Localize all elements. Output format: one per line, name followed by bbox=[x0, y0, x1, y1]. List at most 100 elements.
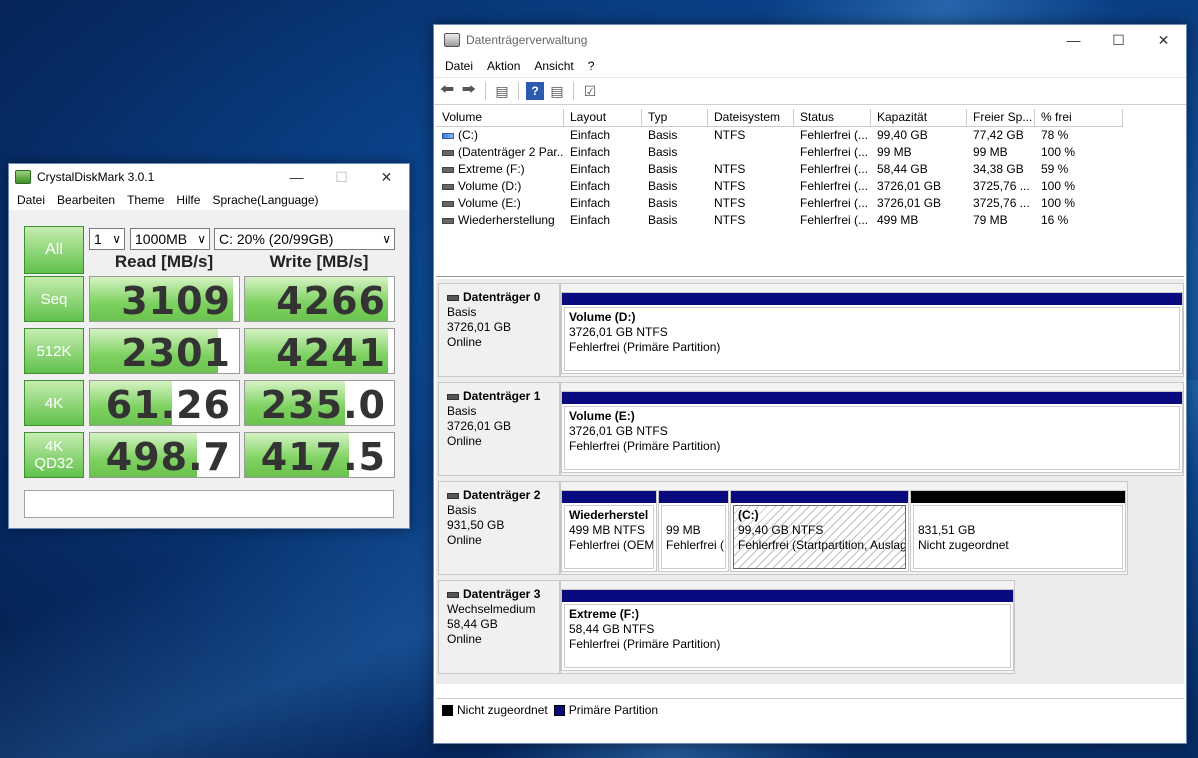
column-status[interactable]: Status bbox=[794, 109, 871, 127]
column-kapazitaet[interactable]: Kapazität bbox=[871, 109, 967, 127]
disk-type: Wechselmedium bbox=[447, 602, 536, 616]
column-dateisystem[interactable]: Dateisystem bbox=[708, 109, 794, 127]
table-row[interactable]: Volume (D:) Einfach Basis NTFS Fehlerfrei (.… bbox=[436, 178, 1184, 195]
partition-bar bbox=[562, 293, 1182, 305]
partition[interactable]: Volume (D:) 3726,01 GB NTFS Fehlerfrei (… bbox=[561, 292, 1183, 374]
menu-datei[interactable]: Datei bbox=[11, 193, 51, 207]
512k-test-button[interactable]: 512K bbox=[24, 328, 84, 374]
volume-list-header: Volume Layout Typ Dateisystem Status Kap… bbox=[436, 109, 1184, 127]
minimize-button[interactable]: — bbox=[274, 164, 319, 190]
column-prozent-frei[interactable]: % frei bbox=[1035, 109, 1123, 127]
console-tree-icon[interactable]: ▤ bbox=[493, 82, 511, 100]
drive-value: C: 20% (20/99GB) bbox=[219, 231, 334, 247]
disk-size: 58,44 GB bbox=[447, 617, 498, 631]
volume-label: Volume (E:) bbox=[458, 196, 521, 210]
volume-status: Fehlerfrei (... bbox=[800, 179, 869, 193]
disk-icon bbox=[447, 492, 459, 499]
legend-primary: Primäre Partition bbox=[553, 703, 658, 717]
volume-filesystem: NTFS bbox=[714, 213, 746, 227]
volume-free: 3725,76 ... bbox=[973, 179, 1030, 193]
comment-field[interactable] bbox=[24, 490, 394, 518]
partition-size: 831,51 GB bbox=[918, 523, 976, 537]
column-freier-speicher[interactable]: Freier Sp... bbox=[967, 109, 1035, 127]
partition-details: Wiederherstel 499 MB NTFS Fehlerfrei (OE… bbox=[564, 505, 654, 569]
column-volume[interactable]: Volume bbox=[436, 109, 564, 127]
menu-aktion[interactable]: Aktion bbox=[480, 59, 527, 73]
maximize-button[interactable]: ☐ bbox=[1096, 27, 1141, 53]
properties-icon[interactable]: ▤ bbox=[548, 82, 566, 100]
maximize-button[interactable]: ☐ bbox=[319, 164, 364, 190]
partition-details: 831,51 GB Nicht zugeordnet bbox=[913, 505, 1123, 569]
forward-arrow-icon[interactable]: 🠲 bbox=[460, 81, 478, 100]
partition-status: Nicht zugeordnet bbox=[918, 538, 1009, 552]
partition-area: Volume (E:) 3726,01 GB NTFS Fehlerfrei (… bbox=[560, 382, 1184, 476]
volume-free: 34,38 GB bbox=[973, 162, 1024, 176]
4k-write-value: 235.0 bbox=[260, 383, 386, 426]
drive-select[interactable]: C: 20% (20/99GB) ∨ bbox=[214, 228, 395, 250]
disk-info[interactable]: Datenträger 3 Wechselmedium 58,44 GB Onl… bbox=[438, 580, 560, 674]
close-button[interactable]: ✕ bbox=[1141, 27, 1186, 53]
minimize-button[interactable]: — bbox=[1051, 27, 1096, 53]
volume-name: Extreme (F:) bbox=[436, 161, 564, 178]
unallocated-space[interactable]: 831,51 GB Nicht zugeordnet bbox=[910, 490, 1126, 572]
close-button[interactable]: ✕ bbox=[364, 164, 409, 190]
partition[interactable]: 99 MB Fehlerfrei ( bbox=[658, 490, 729, 572]
partition-bar bbox=[562, 590, 1013, 602]
menu-datei[interactable]: Datei bbox=[438, 59, 480, 73]
4k-test-button[interactable]: 4K bbox=[24, 380, 84, 426]
menu-help[interactable]: ? bbox=[581, 59, 602, 73]
512k-read-value: 2301 bbox=[121, 331, 231, 374]
table-row[interactable]: (Datenträger 2 Par... Einfach Basis Fehlerf… bbox=[436, 144, 1184, 161]
volume-layout: Einfach bbox=[570, 179, 611, 193]
partition[interactable]: Volume (E:) 3726,01 GB NTFS Fehlerfrei (… bbox=[561, 391, 1183, 473]
partition[interactable]: Wiederherstel 499 MB NTFS Fehlerfrei (OE… bbox=[561, 490, 657, 572]
disk-info[interactable]: Datenträger 1 Basis 3726,01 GB Online bbox=[438, 382, 560, 476]
volume-label: Volume (D:) bbox=[458, 179, 522, 193]
disk-info[interactable]: Datenträger 2 Basis 931,50 GB Online bbox=[438, 481, 560, 575]
back-arrow-icon[interactable]: 🠰 bbox=[438, 81, 456, 100]
legend-unallocated: Nicht zugeordnet bbox=[442, 703, 548, 717]
menu-sprache[interactable]: Sprache(Language) bbox=[206, 193, 324, 207]
table-row[interactable]: Extreme (F:) Einfach Basis NTFS Fehlerfrei (… bbox=[436, 161, 1184, 178]
table-row[interactable]: (C:) Einfach Basis NTFS Fehlerfrei (... 99,40… bbox=[436, 127, 1184, 144]
volume-capacity: 499 MB bbox=[877, 213, 919, 227]
column-typ[interactable]: Typ bbox=[642, 109, 708, 127]
legend-swatch bbox=[442, 704, 453, 716]
help-icon[interactable]: ? bbox=[526, 82, 544, 100]
menu-theme[interactable]: Theme bbox=[121, 193, 170, 207]
volume-filesystem: NTFS bbox=[714, 162, 746, 176]
title-bar[interactable]: CrystalDiskMark 3.0.1 — ☐ ✕ bbox=[9, 164, 409, 190]
menu-bearbeiten[interactable]: Bearbeiten bbox=[51, 193, 121, 207]
volume-type: Basis bbox=[648, 145, 678, 159]
partition-status: Fehlerfrei (Primäre Partition) bbox=[569, 439, 721, 453]
run-all-button[interactable]: All bbox=[24, 226, 84, 274]
4k-qd32-test-button[interactable]: 4K QD32 bbox=[24, 432, 84, 478]
disk-info[interactable]: Datenträger 0 Basis 3726,01 GB Online bbox=[438, 283, 560, 377]
partition[interactable]: Extreme (F:) 58,44 GB NTFS Fehlerfrei (P… bbox=[561, 589, 1014, 671]
checklist-icon[interactable]: ☑ bbox=[581, 82, 599, 100]
volume-type: Basis bbox=[648, 179, 678, 193]
menu-bar: Datei Bearbeiten Theme Hilfe Sprache(Lan… bbox=[9, 190, 409, 210]
partition-details: 99 MB Fehlerfrei ( bbox=[661, 505, 726, 569]
volume-icon bbox=[442, 183, 454, 190]
volume-free: 79 MB bbox=[973, 213, 1008, 227]
test-count-select[interactable]: 1 ∨ bbox=[89, 228, 125, 250]
partition-bar bbox=[562, 491, 656, 503]
volume-name: (C:) bbox=[436, 127, 564, 144]
table-row[interactable]: Volume (E:) Einfach Basis NTFS Fehlerfrei (.… bbox=[436, 195, 1184, 212]
volume-layout: Einfach bbox=[570, 145, 611, 159]
partition-selected[interactable]: (C:) 99,40 GB NTFS Fehlerfrei (Startpart… bbox=[730, 490, 909, 572]
chevron-down-icon: ∨ bbox=[197, 232, 206, 246]
4k-qd32-write-result: 417.5 bbox=[244, 432, 395, 478]
title-bar[interactable]: Datenträgerverwaltung — ☐ ✕ bbox=[434, 25, 1186, 55]
column-layout[interactable]: Layout bbox=[564, 109, 642, 127]
volume-free: 99 MB bbox=[973, 145, 1008, 159]
menu-ansicht[interactable]: Ansicht bbox=[527, 59, 580, 73]
test-size-select[interactable]: 1000MB ∨ bbox=[130, 228, 210, 250]
disk-name: Datenträger 1 bbox=[463, 389, 541, 403]
seq-test-button[interactable]: Seq bbox=[24, 276, 84, 322]
menu-hilfe[interactable]: Hilfe bbox=[170, 193, 206, 207]
table-row[interactable]: Wiederherstellung Einfach Basis NTFS Fehlerf… bbox=[436, 212, 1184, 229]
partition-size: 499 MB NTFS bbox=[569, 523, 646, 537]
legend: Nicht zugeordnet Primäre Partition bbox=[436, 698, 1184, 720]
